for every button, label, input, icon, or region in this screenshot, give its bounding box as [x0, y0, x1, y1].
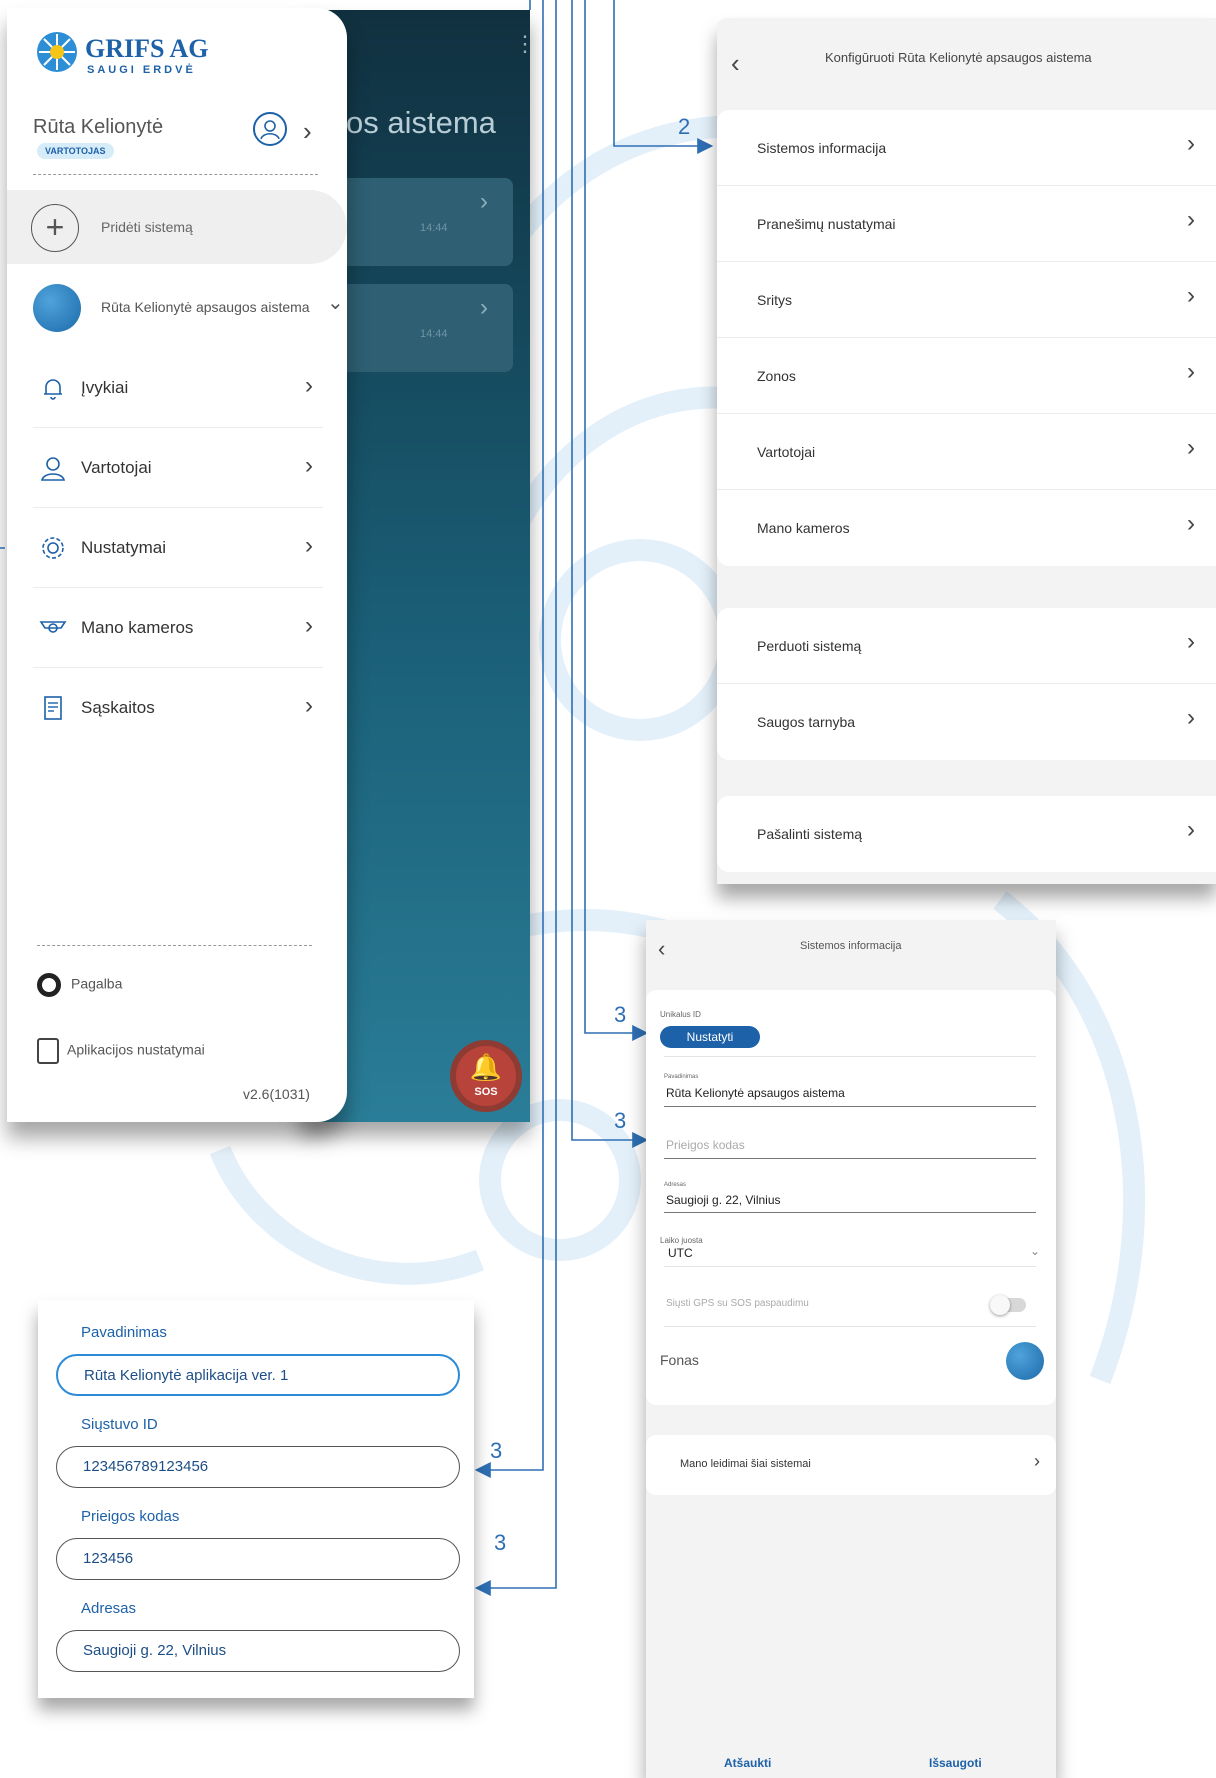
- name-label: Pavadinimas: [81, 1324, 167, 1341]
- step-tag: 3: [494, 1530, 507, 1555]
- chevron-right-icon: ›: [1187, 434, 1195, 461]
- access-code-field[interactable]: Prieigos kodas: [666, 1138, 745, 1152]
- access-code-value: 123456: [83, 1550, 134, 1567]
- address-label: Adresas: [664, 1182, 687, 1188]
- name-label: Pavadinimas: [664, 1074, 699, 1080]
- menu-item-label: Sritys: [757, 292, 792, 308]
- step-tag: 3: [614, 1108, 627, 1133]
- menu-item-areas[interactable]: Sritys ›: [717, 262, 1216, 338]
- name-value: Rūta Kelionytė aplikacija ver. 1: [84, 1367, 289, 1384]
- cancel-button[interactable]: Atšaukti: [724, 1756, 771, 1770]
- menu-item-label: Saugos tarnyba: [757, 714, 856, 730]
- chevron-right-icon: ›: [1187, 130, 1195, 157]
- configure-system-screen: ‹ Konfigūruoti Rūta Kelionytė apsaugos a…: [717, 18, 1216, 884]
- divider: [664, 1266, 1036, 1267]
- transmitter-id-input[interactable]: 123456789123456: [56, 1446, 460, 1488]
- access-code-label: Prieigos kodas: [81, 1508, 180, 1525]
- system-info-screen: ‹ Sistemos informacija Unikalus ID Nusta…: [646, 920, 1056, 1778]
- menu-item-users[interactable]: Vartotojai ›: [717, 414, 1216, 490]
- menu-item-notifications[interactable]: Pranešimų nustatymai ›: [717, 186, 1216, 262]
- background-label: Fonas: [660, 1352, 699, 1368]
- back-arrow-icon[interactable]: ‹: [658, 936, 665, 962]
- chevron-right-icon: ›: [1187, 816, 1195, 843]
- gps-sos-label: Siųsti GPS su SOS paspaudimu: [666, 1298, 809, 1309]
- transmitter-id-label: Siųstuvo ID: [81, 1416, 158, 1433]
- field-underline: [664, 1158, 1036, 1159]
- permissions-label: Mano leidimai šiai sistemai: [680, 1458, 811, 1470]
- transmitter-id-value: 123456789123456: [83, 1458, 209, 1475]
- save-button[interactable]: Išsaugoti: [929, 1756, 982, 1770]
- chevron-right-icon: ›: [1187, 282, 1195, 309]
- timezone-label: Laiko juosta: [660, 1236, 703, 1245]
- menu-item-zones[interactable]: Zonos ›: [717, 338, 1216, 414]
- settings-group: Sistemos informacija › Pranešimų nustatym…: [717, 110, 1216, 566]
- system-info-form: Unikalus ID Nustatyti Pavadinimas Rūta K…: [646, 990, 1056, 1405]
- page-title: Konfigūruoti Rūta Kelionytė apsaugos ais…: [825, 50, 1092, 65]
- back-arrow-icon[interactable]: ‹: [731, 48, 740, 79]
- divider: [664, 1326, 1036, 1327]
- address-label: Adresas: [81, 1600, 137, 1617]
- address-field[interactable]: Saugioji g. 22, Vilnius: [666, 1193, 781, 1207]
- address-value: Saugioji g. 22, Vilnius: [83, 1642, 227, 1659]
- menu-item-label: Sistemos informacija: [757, 140, 887, 156]
- address-input[interactable]: Saugioji g. 22, Vilnius: [56, 1630, 460, 1672]
- system-edit-form: Pavadinimas Rūta Kelionytė aplikacija ve…: [38, 1300, 474, 1698]
- menu-item-cameras[interactable]: Mano kameros ›: [717, 490, 1216, 566]
- access-code-input[interactable]: 123456: [56, 1538, 460, 1580]
- chevron-right-icon: ›: [1187, 206, 1195, 233]
- menu-item-security-service[interactable]: Saugos tarnyba ›: [717, 684, 1216, 760]
- menu-item-label: Zonos: [757, 368, 796, 384]
- gps-sos-toggle[interactable]: [990, 1295, 1026, 1315]
- menu-item-label: Vartotojai: [757, 444, 816, 460]
- step-tag: 2: [678, 114, 691, 139]
- field-underline: [664, 1212, 1036, 1213]
- unique-id-label: Unikalus ID: [660, 1010, 701, 1019]
- menu-item-label: Pranešimų nustatymai: [757, 216, 896, 232]
- chevron-down-icon: ⌄: [1030, 1244, 1041, 1258]
- chevron-right-icon: ›: [1187, 358, 1195, 385]
- chevron-right-icon: ›: [1187, 510, 1195, 537]
- step-tag: 3: [490, 1438, 503, 1463]
- set-unique-id-button[interactable]: Nustatyti: [660, 1026, 760, 1048]
- name-input[interactable]: Rūta Kelionytė aplikacija ver. 1: [56, 1354, 460, 1396]
- divider: [664, 1056, 1036, 1057]
- page-title: Sistemos informacija: [800, 940, 902, 952]
- name-field[interactable]: Rūta Kelionytė apsaugos aistema: [666, 1086, 845, 1100]
- menu-item-label: Pašalinti sistemą: [757, 826, 863, 842]
- chevron-right-icon: ›: [1034, 1451, 1040, 1471]
- timezone-select[interactable]: UTC: [668, 1246, 693, 1260]
- background-color-picker[interactable]: [1006, 1342, 1044, 1380]
- menu-item-label: Perduoti sistemą: [757, 638, 862, 654]
- field-underline: [664, 1106, 1036, 1107]
- settings-group: Perduoti sistemą › Saugos tarnyba ›: [717, 608, 1216, 760]
- menu-item-transfer-system[interactable]: Perduoti sistemą ›: [717, 608, 1216, 684]
- step-tag: 3: [614, 1002, 627, 1027]
- settings-group: Pašalinti sistemą ›: [717, 796, 1216, 872]
- permissions-row[interactable]: Mano leidimai šiai sistemai ›: [646, 1435, 1056, 1495]
- menu-item-remove-system[interactable]: Pašalinti sistemą ›: [717, 796, 1216, 872]
- menu-item-system-info[interactable]: Sistemos informacija ›: [717, 110, 1216, 186]
- chevron-right-icon: ›: [1187, 704, 1195, 731]
- chevron-right-icon: ›: [1187, 628, 1195, 655]
- menu-item-label: Mano kameros: [757, 520, 850, 536]
